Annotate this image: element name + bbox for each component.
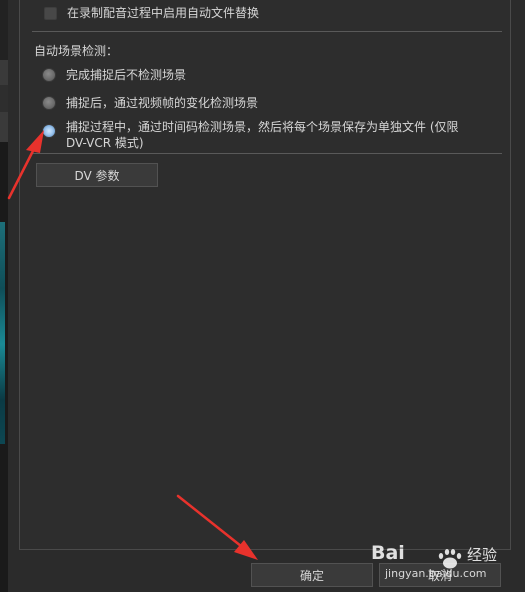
- scene-option-frame-change-label: 捕捉后，通过视频帧的变化检测场景: [66, 96, 259, 110]
- left-strip-segment: [0, 85, 8, 112]
- scene-option-timecode-radio[interactable]: [42, 124, 56, 138]
- left-strip-segment: [0, 112, 8, 142]
- watermark-brand: Bai: [371, 542, 405, 564]
- left-strip-segment: [0, 0, 8, 60]
- scene-detection-heading: 自动场景检测：: [34, 44, 119, 58]
- left-strip-segment: [0, 60, 8, 85]
- auto-file-replace-row[interactable]: 在录制配音过程中启用自动文件替换: [44, 5, 259, 21]
- settings-panel: 在录制配音过程中启用自动文件替换 自动场景检测： 完成捕捉后不检测场景 捕捉后，…: [19, 0, 511, 550]
- scene-option-timecode-label-line2: DV-VCR 模式): [66, 136, 144, 150]
- auto-file-replace-checkbox[interactable]: [44, 6, 57, 20]
- video-preview-edge: [0, 222, 5, 444]
- scene-option-timecode-label-line1: 捕捉过程中，通过时间码检测场景，然后将每个场景保存为单独文件 (仅限: [66, 120, 459, 134]
- scene-option-timecode[interactable]: 捕捉过程中，通过时间码检测场景，然后将每个场景保存为单独文件 (仅限 DV-VC…: [42, 119, 459, 151]
- watermark-url: jingyan.baidu.com: [385, 567, 487, 580]
- auto-file-replace-label: 在录制配音过程中启用自动文件替换: [67, 6, 260, 20]
- scene-option-frame-change-radio[interactable]: [42, 96, 56, 110]
- scene-option-frame-change[interactable]: 捕捉后，通过视频帧的变化检测场景: [42, 95, 258, 111]
- divider: [32, 153, 502, 154]
- watermark-brand-suffix: 经验: [467, 546, 498, 564]
- scene-option-none[interactable]: 完成捕捉后不检测场景: [42, 67, 186, 83]
- scene-option-none-label: 完成捕捉后不检测场景: [66, 68, 187, 82]
- ok-button[interactable]: 确定: [251, 563, 373, 587]
- baidu-watermark: Bai 经验 jingyan.baidu.com: [367, 538, 507, 584]
- scene-option-none-radio[interactable]: [42, 68, 56, 82]
- divider: [32, 31, 502, 32]
- dv-params-button[interactable]: DV 参数: [36, 163, 158, 187]
